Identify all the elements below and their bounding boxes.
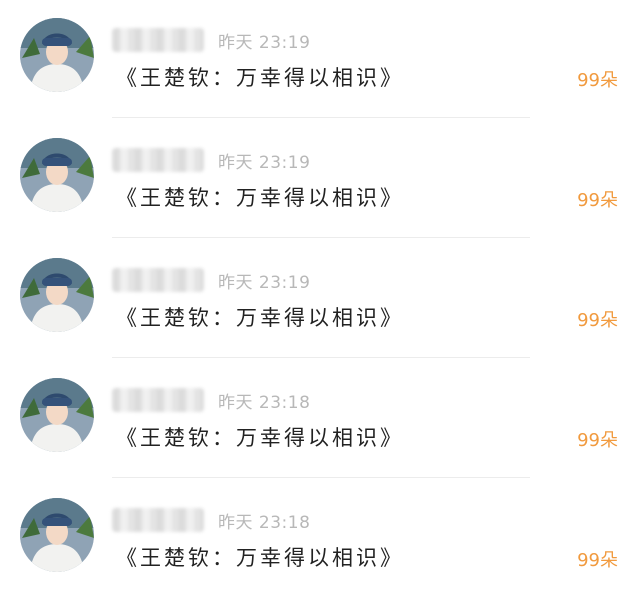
list-item[interactable]: 昨天 23:19 《王楚钦：万幸得以相识》 99朵	[0, 240, 640, 360]
username-blurred	[112, 388, 204, 412]
message-text: 《王楚钦：万幸得以相识》	[116, 186, 404, 210]
gift-count: 99朵	[577, 310, 618, 331]
timestamp: 昨天 23:19	[218, 33, 311, 53]
timestamp: 昨天 23:18	[218, 513, 311, 533]
username-blurred	[112, 148, 204, 172]
divider	[112, 357, 530, 358]
divider	[112, 117, 530, 118]
avatar[interactable]	[20, 258, 94, 332]
message-text: 《王楚钦：万幸得以相识》	[116, 66, 404, 90]
avatar[interactable]	[20, 138, 94, 212]
list-item[interactable]: 昨天 23:18 《王楚钦：万幸得以相识》 99朵	[0, 480, 640, 600]
avatar[interactable]	[20, 378, 94, 452]
gift-count: 99朵	[577, 550, 618, 571]
timestamp: 昨天 23:19	[218, 153, 311, 173]
gift-count: 99朵	[577, 70, 618, 91]
username-blurred	[112, 268, 204, 292]
divider	[112, 237, 530, 238]
message-text: 《王楚钦：万幸得以相识》	[116, 426, 404, 450]
list-item[interactable]: 昨天 23:19 《王楚钦：万幸得以相识》 99朵	[0, 120, 640, 240]
timestamp: 昨天 23:18	[218, 393, 311, 413]
message-list: 昨天 23:19 《王楚钦：万幸得以相识》 99朵 昨天 23:19 《王楚钦：…	[0, 0, 640, 599]
list-item[interactable]: 昨天 23:19 《王楚钦：万幸得以相识》 99朵	[0, 0, 640, 120]
list-item[interactable]: 昨天 23:18 《王楚钦：万幸得以相识》 99朵	[0, 360, 640, 480]
gift-count: 99朵	[577, 190, 618, 211]
avatar[interactable]	[20, 498, 94, 572]
message-text: 《王楚钦：万幸得以相识》	[116, 306, 404, 330]
username-blurred	[112, 508, 204, 532]
gift-count: 99朵	[577, 430, 618, 451]
username-blurred	[112, 28, 204, 52]
divider	[112, 477, 530, 478]
avatar[interactable]	[20, 18, 94, 92]
timestamp: 昨天 23:19	[218, 273, 311, 293]
message-text: 《王楚钦：万幸得以相识》	[116, 546, 404, 570]
